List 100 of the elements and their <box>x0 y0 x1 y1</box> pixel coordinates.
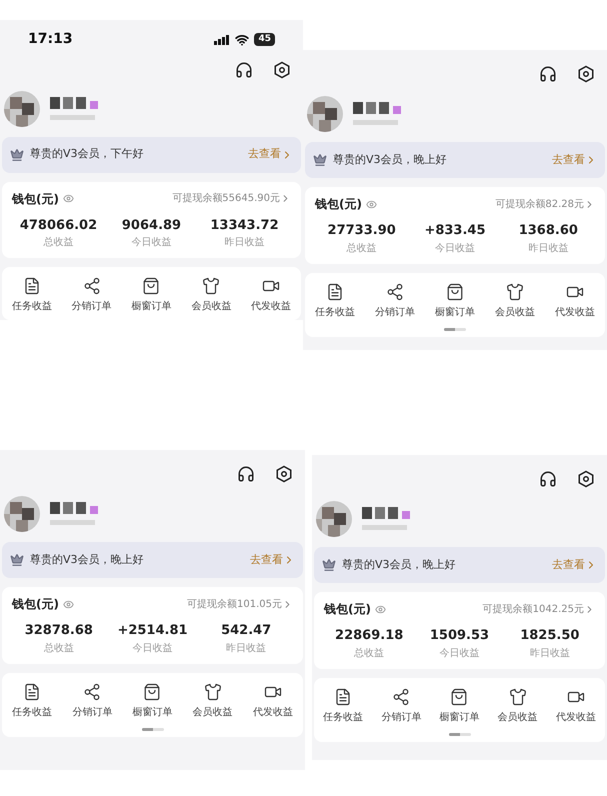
share-icon <box>392 688 410 706</box>
menu-item[interactable]: 分销订单 <box>62 277 122 314</box>
battery-indicator: 45 <box>254 33 275 46</box>
stat-value: 478066.02 <box>20 216 98 234</box>
greeting-text: 尊贵的V3会员，下午好 <box>30 146 145 162</box>
bag-icon <box>142 277 160 295</box>
headset-icon[interactable] <box>237 465 255 483</box>
eye-icon[interactable] <box>62 193 74 204</box>
member-banner[interactable]: 尊贵的V3会员，晚上好 去查看 <box>314 547 605 583</box>
stat-label: 今日收益 <box>132 236 172 250</box>
menu-item[interactable]: 任务收益 <box>2 682 62 720</box>
stat-value: 1509.53 <box>430 627 490 645</box>
withdrawable-balance[interactable]: 可提现余额101.05元 <box>187 596 293 612</box>
stat-value: 32878.68 <box>24 622 93 640</box>
status-time: 17:13 <box>28 30 73 50</box>
wifi-icon <box>235 32 250 47</box>
stat-value: 9064.89 <box>122 216 182 234</box>
document-icon <box>22 277 41 295</box>
share-icon <box>83 682 102 700</box>
settings-icon[interactable] <box>273 60 291 79</box>
stat-value: +833.45 <box>424 222 486 240</box>
stat-label: 昨日收益 <box>530 646 570 660</box>
menu-item[interactable]: 代发收益 <box>242 682 303 720</box>
document-icon <box>326 282 344 300</box>
greeting-text: 尊贵的V3会员，晚上好 <box>30 552 145 568</box>
menu-item[interactable]: 会员收益 <box>182 682 243 720</box>
withdrawable-balance[interactable]: 可提现余额1042.25元 <box>482 602 595 616</box>
stat-value: 27733.90 <box>328 222 396 240</box>
stat-value: 22869.18 <box>335 627 404 645</box>
shirt-icon <box>508 688 527 706</box>
settings-icon[interactable] <box>275 465 293 483</box>
crown-icon <box>322 558 336 572</box>
wallet-title: 钱包(元) <box>12 190 59 208</box>
document-icon <box>334 688 352 706</box>
wallet-title: 钱包(元) <box>12 596 59 613</box>
pixelated-avatar-icon <box>4 91 40 128</box>
crown-icon <box>10 553 24 567</box>
shirt-icon <box>506 282 524 300</box>
stat-value: 1368.60 <box>518 222 578 240</box>
member-banner[interactable]: 尊贵的V3会员，晚上好 去查看 <box>305 142 605 178</box>
pixelated-avatar-icon <box>316 501 352 537</box>
stat-label: 今日收益 <box>439 646 480 660</box>
shirt-icon <box>204 682 222 700</box>
stat-value: 1825.50 <box>520 627 580 645</box>
menu-item[interactable]: 橱窗订单 <box>430 688 489 724</box>
eye-icon[interactable] <box>374 604 386 614</box>
eye-icon[interactable] <box>366 198 377 210</box>
stat-label: 今日收益 <box>132 642 172 656</box>
settings-icon[interactable] <box>577 470 595 488</box>
wallet-title: 钱包(元) <box>315 196 362 213</box>
menu-item[interactable]: 橱窗订单 <box>122 682 183 720</box>
wallet-title: 钱包(元) <box>324 601 371 618</box>
menu-item[interactable]: 任务收益 <box>2 277 62 314</box>
bag-icon <box>143 682 162 700</box>
signal-icon <box>214 34 230 45</box>
pixelated-avatar-icon <box>4 496 40 532</box>
stat-label: 昨日收益 <box>224 236 264 250</box>
menu-item[interactable]: 橱窗订单 <box>425 282 485 320</box>
headset-icon[interactable] <box>539 65 557 83</box>
menu-item[interactable]: 代发收益 <box>546 688 605 724</box>
stat-label: 总收益 <box>346 242 377 256</box>
menu-item[interactable]: 任务收益 <box>314 688 372 724</box>
crown-icon <box>10 148 24 162</box>
stat-label: 总收益 <box>354 646 384 660</box>
stat-label: 总收益 <box>44 236 74 250</box>
stat-label: 昨日收益 <box>226 642 266 656</box>
menu-item[interactable]: 分销订单 <box>372 688 430 724</box>
menu-item[interactable]: 会员收益 <box>488 688 547 724</box>
bag-icon <box>450 688 468 706</box>
withdrawable-balance[interactable]: 可提现余额82.28元 <box>495 196 595 212</box>
menu-item[interactable]: 代发收益 <box>545 282 605 320</box>
stat-value: +2514.81 <box>117 622 188 640</box>
crown-icon <box>313 153 327 167</box>
menu-item[interactable]: 橱窗订单 <box>122 277 182 314</box>
share-icon <box>386 282 404 300</box>
menu-item[interactable]: 代发收益 <box>241 277 301 314</box>
menu-item[interactable]: 任务收益 <box>305 282 365 320</box>
stat-value: 542.47 <box>221 622 272 640</box>
stat-label: 今日收益 <box>434 242 475 256</box>
headset-icon[interactable] <box>539 470 557 488</box>
pixelated-avatar-icon <box>307 96 343 132</box>
menu-item[interactable]: 会员收益 <box>485 282 545 320</box>
stat-label: 总收益 <box>44 642 74 656</box>
menu-item[interactable]: 会员收益 <box>181 277 242 314</box>
greeting-text: 尊贵的V3会员，晚上好 <box>342 556 457 573</box>
withdrawable-balance[interactable]: 可提现余额55645.90元 <box>172 191 291 206</box>
share-icon <box>82 277 101 295</box>
headset-icon[interactable] <box>235 60 253 79</box>
stat-value: 13343.72 <box>210 216 279 234</box>
greeting-text: 尊贵的V3会员，晚上好 <box>333 152 448 168</box>
menu-item[interactable]: 分销订单 <box>365 282 425 320</box>
stat-label: 昨日收益 <box>528 242 568 256</box>
shirt-icon <box>202 277 220 295</box>
menu-item[interactable]: 分销订单 <box>62 682 122 720</box>
bag-icon <box>446 282 464 300</box>
settings-icon[interactable] <box>577 65 595 83</box>
document-icon <box>23 682 42 700</box>
eye-icon[interactable] <box>62 598 74 610</box>
member-banner[interactable]: 尊贵的V3会员，晚上好 去查看 <box>2 542 303 578</box>
member-banner[interactable]: 尊贵的V3会员，下午好 去查看 <box>2 136 301 172</box>
